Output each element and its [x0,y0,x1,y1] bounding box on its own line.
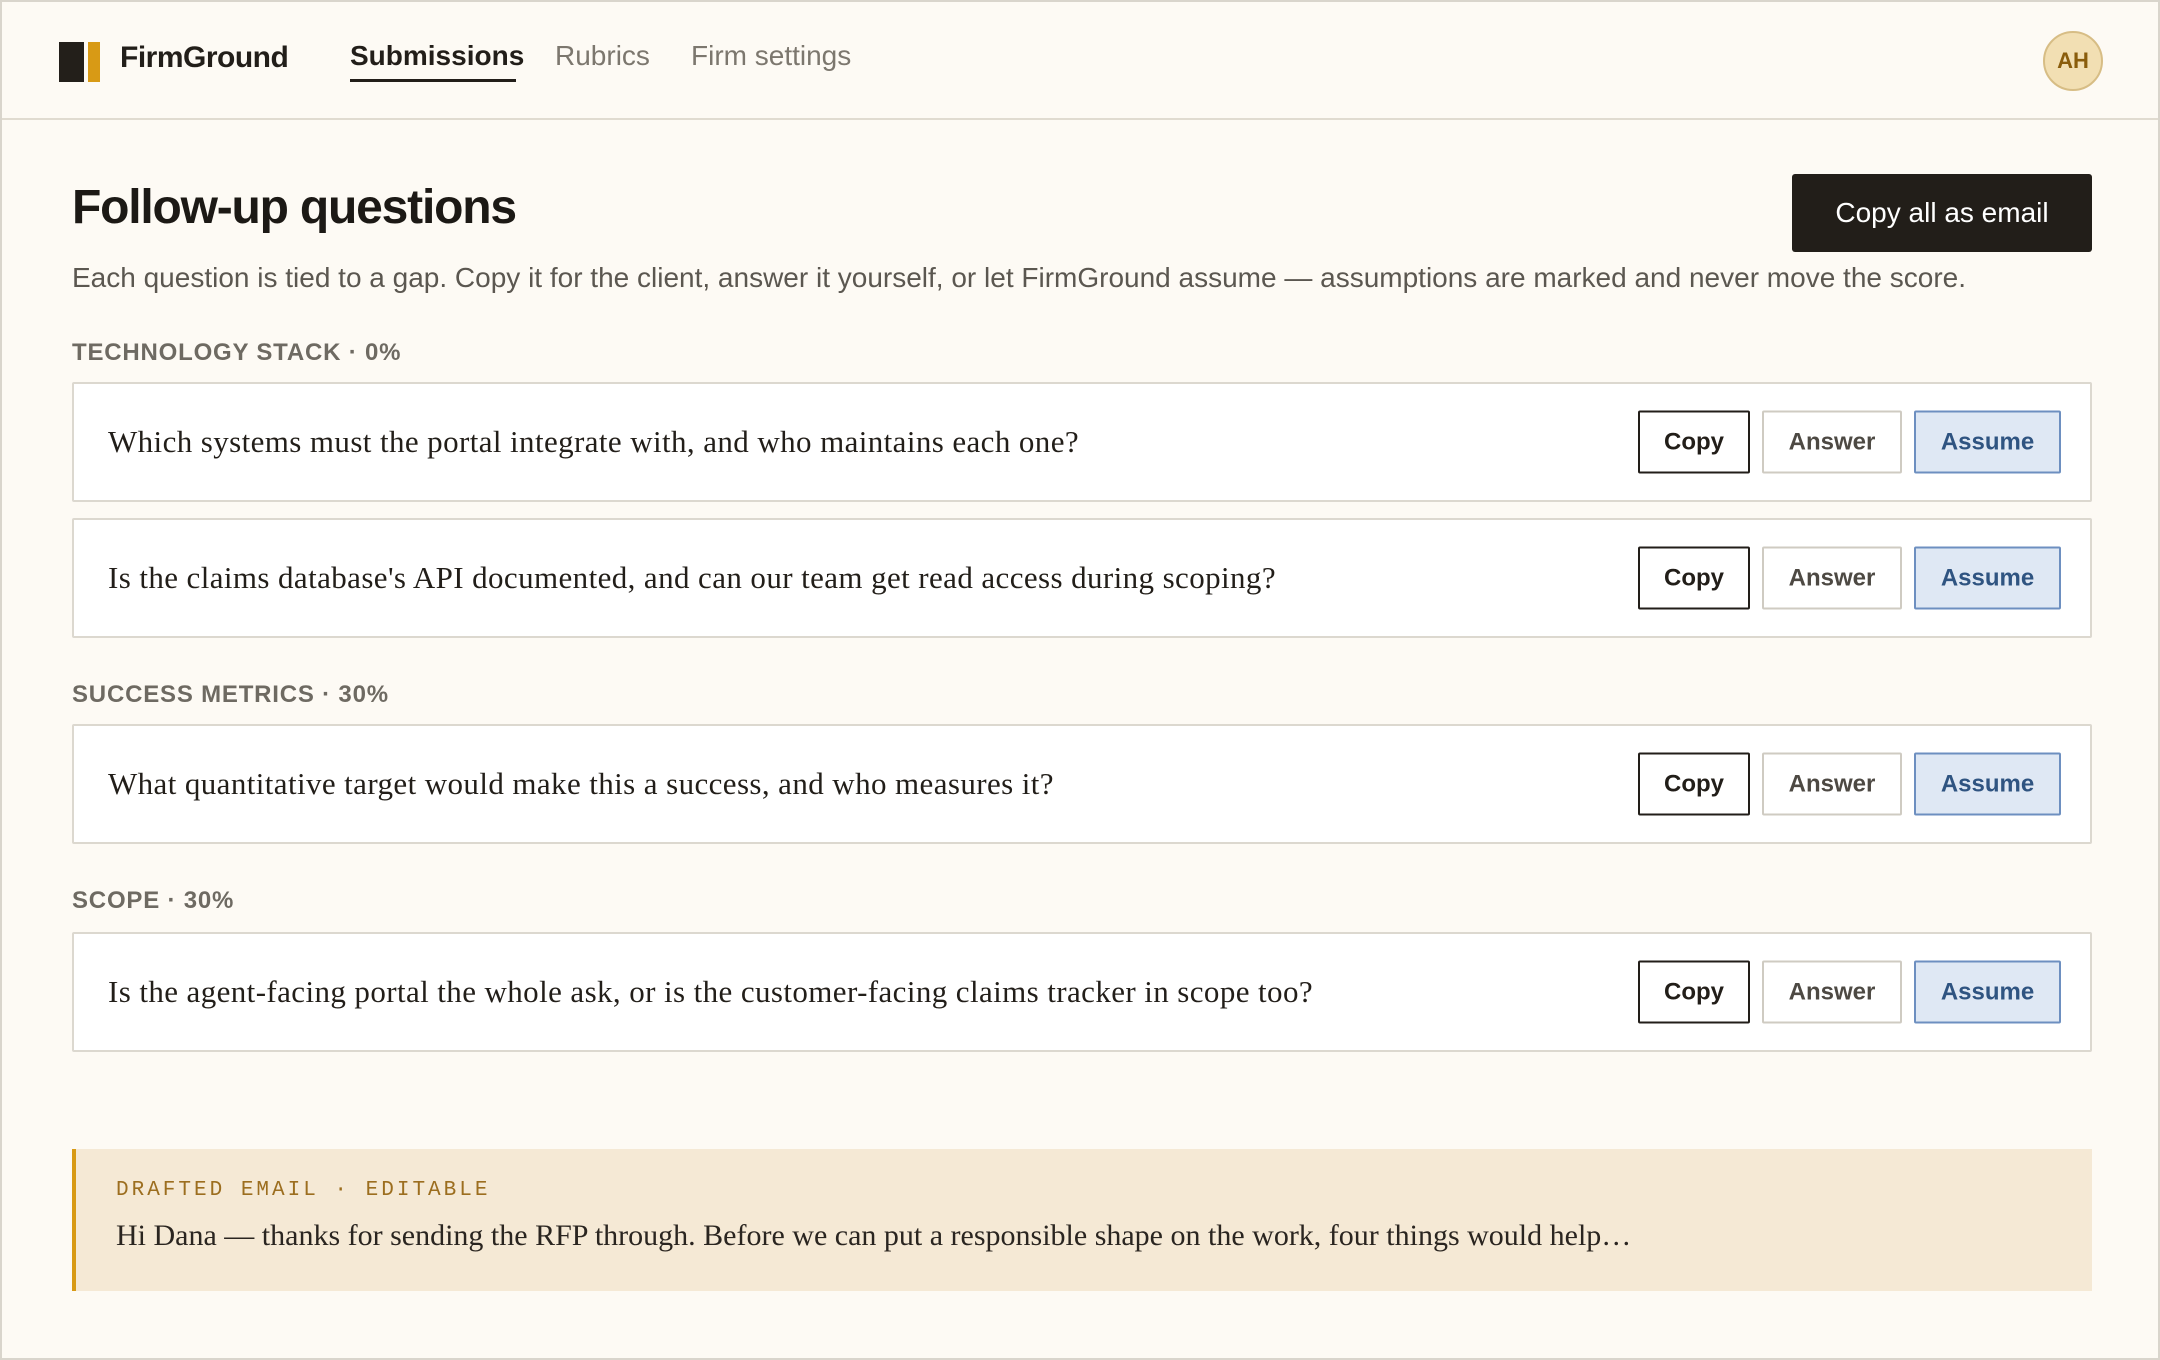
answer-button[interactable]: Answer [1762,410,1902,474]
question-text: What quantitative target would make this… [108,766,1054,801]
answer-button[interactable]: Answer [1762,960,1902,1024]
section-label-scope: SCOPE · 30% [72,887,235,914]
assume-button[interactable]: Assume [1914,960,2061,1024]
logo-icon [59,42,100,82]
section-label-success-metrics: SUCCESS METRICS · 30% [72,681,389,708]
drafted-email-panel[interactable]: DRAFTED EMAIL · EDITABLE Hi Dana — thank… [72,1149,2092,1291]
nav-rubrics[interactable]: Rubrics [555,40,650,72]
assume-button[interactable]: Assume [1914,410,2061,474]
page-title: Follow-up questions [72,181,517,234]
page-subtitle: Each question is tied to a gap. Copy it … [72,262,1966,293]
section-label-technology-stack: TECHNOLOGY STACK · 0% [72,339,402,366]
user-avatar[interactable]: AH [2043,31,2103,91]
app-window: FirmGround Submissions Rubrics Firm sett… [0,0,2160,1360]
question-text: Is the agent-facing portal the whole ask… [108,974,1314,1009]
question-card: What quantitative target would make this… [72,724,2092,844]
active-nav-underline [350,79,516,82]
question-card: Is the agent-facing portal the whole ask… [72,932,2092,1052]
answer-button[interactable]: Answer [1762,752,1902,816]
question-text: Is the claims database's API documented,… [108,560,1276,595]
copy-button[interactable]: Copy [1638,546,1750,610]
assume-button[interactable]: Assume [1914,546,2061,610]
copy-button[interactable]: Copy [1638,960,1750,1024]
copy-all-as-email-button[interactable]: Copy all as email [1792,174,2092,252]
copy-button[interactable]: Copy [1638,410,1750,474]
copy-button[interactable]: Copy [1638,752,1750,816]
brand-name: FirmGround [120,41,289,74]
nav-firm-settings[interactable]: Firm settings [691,40,851,72]
top-nav: FirmGround Submissions Rubrics Firm sett… [2,2,2158,120]
drafted-email-body[interactable]: Hi Dana — thanks for sending the RFP thr… [116,1219,1631,1253]
question-text: Which systems must the portal integrate … [108,424,1080,459]
assume-button[interactable]: Assume [1914,752,2061,816]
question-card: Is the claims database's API documented,… [72,518,2092,638]
drafted-email-label: DRAFTED EMAIL · EDITABLE [116,1179,491,1202]
question-card: Which systems must the portal integrate … [72,382,2092,502]
nav-submissions[interactable]: Submissions [350,40,524,72]
answer-button[interactable]: Answer [1762,546,1902,610]
